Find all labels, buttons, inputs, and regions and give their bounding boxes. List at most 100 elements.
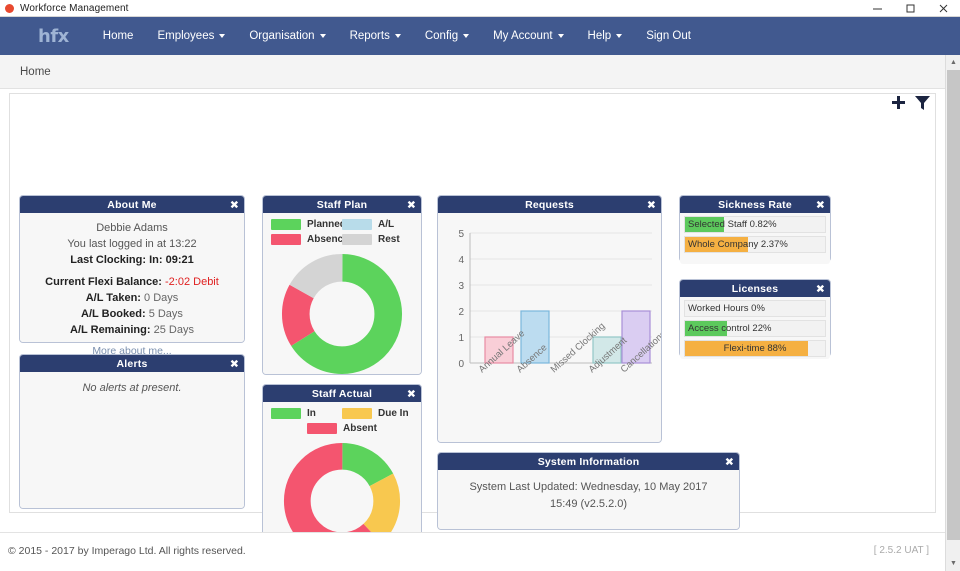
panel-title: Alerts [116,357,148,370]
legend-item-planned: Planned [271,219,346,230]
footer-copyright: © 2015 - 2017 by Imperago Ltd. All right… [8,545,246,557]
panel-body: System Last Updated: Wednesday, 10 May 2… [438,470,739,529]
panel-title: System Information [537,455,640,468]
alerts-empty-text: No alerts at present. [82,382,182,394]
maximize-icon[interactable] [894,0,927,17]
panel-header: About Me ✖ [20,196,244,213]
license-row-access-control: Access control 22% [684,320,826,337]
panel-header: Sickness Rate ✖ [680,196,830,213]
close-icon[interactable] [927,0,960,17]
brand-logo[interactable]: hfx [38,26,69,47]
legend-item-absent: Absent [271,423,413,434]
chevron-down-icon [394,34,401,38]
close-icon[interactable]: ✖ [816,199,825,210]
about-me-al-remaining: A/L Remaining: 25 Days [20,322,244,338]
legend-label: Planned [307,219,346,230]
legend-swatch [271,219,301,230]
y-tick-2: 2 [458,307,464,318]
panel-sickness-rate: Sickness Rate ✖ Selected Staff 0.82% Who… [679,195,831,264]
window-title: Workforce Management [20,2,129,14]
panel-staff-actual: Staff Actual ✖ In Due In Absent [262,384,422,532]
close-icon[interactable]: ✖ [407,199,416,210]
legend-label: Absent [343,423,377,434]
minimize-icon[interactable] [861,0,894,17]
legend-label: Rest [378,234,400,245]
scrollbar-thumb[interactable] [947,70,960,540]
staff-actual-legend: In Due In Absent [263,402,421,440]
panel-staff-plan: Staff Plan ✖ Planned A/L Absence Rest [262,195,422,375]
about-me-last-login: You last logged in at 13:22 [67,238,197,250]
legend-row: Absence Rest [271,234,413,245]
nav-item-sign-out[interactable]: Sign Out [634,17,703,55]
nav-item-help[interactable]: Help [576,17,635,55]
panel-title: Staff Actual [311,387,373,400]
panel-header: Staff Actual ✖ [263,385,421,402]
dashboard-page: SoftwareSuggest.com About Me ✖ Debbie Ad… [0,89,945,532]
breadcrumb: Home [0,55,960,89]
scroll-down-icon[interactable]: ▼ [946,556,960,571]
app-icon [5,3,14,13]
legend-swatch [271,408,301,419]
close-icon[interactable]: ✖ [816,283,825,294]
donut-chart [281,253,403,375]
panel-header: Requests ✖ [438,196,661,213]
legend-swatch [342,219,372,230]
bar-chart-svg: 5 4 3 2 1 0 Annual Leave Absence Missed … [458,229,668,375]
y-tick-4: 4 [458,255,464,266]
label: Current Flexi Balance: [45,276,162,288]
label: Last Clocking: In: [70,254,163,266]
chevron-down-icon [219,34,226,38]
nav-label: Employees [157,30,215,42]
panel-title: Requests [525,198,574,211]
value: 5 Days [148,308,183,320]
donut-chart [283,442,401,532]
panel-header: Staff Plan ✖ [263,196,421,213]
main-navbar: hfx Home Employees Organisation Reports … [0,17,960,55]
funnel-icon[interactable] [914,95,931,112]
nav-item-organisation[interactable]: Organisation [237,17,337,55]
close-icon[interactable]: ✖ [725,456,734,467]
nav-label: Organisation [249,30,315,42]
panel-title: Sickness Rate [718,198,792,211]
y-tick-3: 3 [458,281,464,292]
breadcrumb-item-home[interactable]: Home [20,66,51,78]
panel-about-me: About Me ✖ Debbie Adams You last logged … [19,195,245,357]
close-icon[interactable]: ✖ [647,199,656,210]
plus-icon[interactable] [890,95,907,112]
staff-plan-legend: Planned A/L Absence Rest [263,213,421,251]
staff-plan-donut [263,253,421,375]
legend-item-absence: Absence [271,234,349,245]
panel-body: Planned A/L Absence Rest [263,213,421,375]
nav-item-config[interactable]: Config [413,17,481,55]
application-window: Workforce Management hfx Home Employees … [0,0,960,571]
panel-header: Alerts ✖ [20,355,244,372]
legend-item-rest: Rest [342,234,413,245]
close-icon[interactable]: ✖ [407,388,416,399]
nav-item-reports[interactable]: Reports [338,17,413,55]
vertical-scrollbar[interactable]: ▲ ▼ [945,55,960,571]
value: 09:21 [165,254,194,266]
nav-item-my-account[interactable]: My Account [481,17,575,55]
nav-label: Config [424,30,459,42]
nav-label: My Account [493,30,553,42]
scroll-up-icon[interactable]: ▲ [946,55,960,70]
label: A/L Taken: [85,292,141,304]
panel-header: Licenses ✖ [680,280,830,297]
panel-body: 5 4 3 2 1 0 Annual Leave Absence Missed … [438,213,669,442]
close-icon[interactable]: ✖ [230,199,239,210]
close-icon[interactable]: ✖ [230,358,239,369]
panel-header: System Information ✖ [438,453,739,470]
window-controls [861,0,960,17]
panel-alerts: Alerts ✖ No alerts at present. [19,354,245,509]
nav-item-home[interactable]: Home [91,17,146,55]
panel-body: No alerts at present. [20,372,244,508]
sickness-row-selected-staff: Selected Staff 0.82% [684,216,826,233]
legend-row: Planned A/L [271,219,413,230]
nav-item-employees[interactable]: Employees [145,17,237,55]
legend-swatch [271,234,301,245]
about-me-al-taken: A/L Taken: 0 Days [20,290,244,306]
panel-body: Selected Staff 0.82% Whole Company 2.37% [680,216,830,264]
bar-label: Access control 22% [688,323,772,334]
license-row-flexi-time: Flexi-time 88% [684,340,826,357]
y-tick-1: 1 [458,333,464,344]
